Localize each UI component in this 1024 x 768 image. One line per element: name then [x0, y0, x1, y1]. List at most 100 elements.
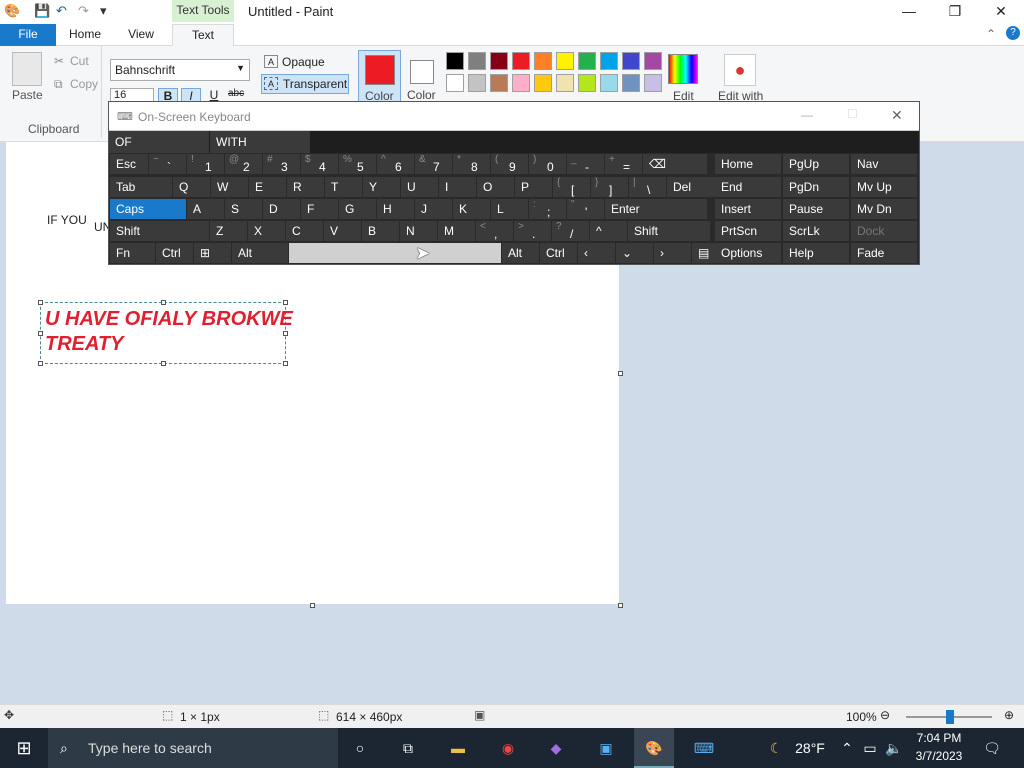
- paste-icon[interactable]: [12, 52, 42, 86]
- palette-swatch[interactable]: [468, 52, 486, 70]
- key-symbol[interactable]: ⊞: [194, 243, 231, 263]
- key-v[interactable]: V: [324, 221, 361, 241]
- key-symbol[interactable]: ⌄: [616, 243, 653, 263]
- key-home[interactable]: Home: [715, 154, 781, 174]
- key-space[interactable]: [289, 243, 501, 263]
- font-family-select[interactable]: Bahnschrift ▼: [110, 59, 250, 81]
- key-u[interactable]: U: [401, 177, 438, 197]
- key-symbol[interactable]: :;: [529, 199, 566, 219]
- osk-title-bar[interactable]: ⌨ On-Screen Keyboard — ☐ ✕: [109, 102, 919, 131]
- palette-swatch[interactable]: [578, 74, 596, 92]
- text-box[interactable]: U HAVE OFIALY BROKWE TREATY: [38, 300, 293, 366]
- palette-swatch[interactable]: [490, 52, 508, 70]
- key-x[interactable]: X: [248, 221, 285, 241]
- save-icon[interactable]: 💾: [34, 3, 50, 19]
- key-ctrl[interactable]: Ctrl: [540, 243, 577, 263]
- key-prtscn[interactable]: PrtScn: [715, 221, 781, 241]
- key-symbol[interactable]: + =: [605, 154, 642, 174]
- edit-colors-icon[interactable]: [668, 54, 698, 84]
- key-pgdn[interactable]: PgDn: [783, 177, 849, 197]
- zoom-out-button[interactable]: ⊖: [880, 708, 890, 722]
- key-3[interactable]: #3: [263, 154, 300, 174]
- key-h[interactable]: H: [377, 199, 414, 219]
- key-dock[interactable]: Dock: [851, 221, 917, 241]
- minimize-button[interactable]: —: [886, 0, 932, 24]
- resize-handle[interactable]: [310, 603, 315, 608]
- textbox-handle[interactable]: [38, 331, 43, 336]
- key-symbol[interactable]: " ': [567, 199, 604, 219]
- key-o[interactable]: O: [477, 177, 514, 197]
- key-2[interactable]: @2: [225, 154, 262, 174]
- customize-toolbar-icon[interactable]: ▾: [100, 3, 107, 19]
- textbox-handle[interactable]: [38, 300, 43, 305]
- textbox-handle[interactable]: [283, 300, 288, 305]
- osk-taskbar-icon[interactable]: ⌨: [684, 728, 724, 768]
- key-0[interactable]: ) 0: [529, 154, 566, 174]
- key-d[interactable]: D: [263, 199, 300, 219]
- transparent-button[interactable]: A Transparent: [261, 74, 349, 94]
- textbox-handle[interactable]: [283, 361, 288, 366]
- key-mv-dn[interactable]: Mv Dn: [851, 199, 917, 219]
- key-fn[interactable]: Fn: [110, 243, 155, 263]
- key-mv-up[interactable]: Mv Up: [851, 177, 917, 197]
- task-view-icon[interactable]: ⧉: [392, 728, 424, 768]
- palette-swatch[interactable]: [578, 52, 596, 70]
- font-size-select[interactable]: 16: [110, 88, 154, 102]
- key-i[interactable]: I: [439, 177, 476, 197]
- key-symbol[interactable]: ›: [654, 243, 691, 263]
- paint-taskbar-icon[interactable]: 🎨: [634, 728, 674, 768]
- key-j[interactable]: J: [415, 199, 452, 219]
- key-symbol[interactable]: >.: [514, 221, 551, 241]
- key-shift[interactable]: Shift: [628, 221, 710, 241]
- key-1[interactable]: ! 1: [187, 154, 224, 174]
- restore-button[interactable]: ❐: [932, 0, 978, 24]
- key-e[interactable]: E: [249, 177, 286, 197]
- osk-close-button[interactable]: ✕: [891, 107, 903, 124]
- windows-start-icon[interactable]: ⊞: [0, 728, 48, 768]
- search-box[interactable]: ⌕ Type here to search: [48, 728, 338, 768]
- key-5[interactable]: % 5: [339, 154, 376, 174]
- key-symbol[interactable]: | \: [629, 177, 666, 197]
- chrome-icon[interactable]: ◉: [490, 728, 526, 768]
- tray-chevron-icon[interactable]: ⌃: [838, 728, 856, 768]
- suggestion-of[interactable]: OF: [109, 131, 209, 153]
- key-pgup[interactable]: PgUp: [783, 154, 849, 174]
- palette-swatch[interactable]: [490, 74, 508, 92]
- key-caps[interactable]: Caps: [110, 199, 186, 219]
- visual-studio-icon[interactable]: ◆: [538, 728, 574, 768]
- palette-swatch[interactable]: [600, 74, 618, 92]
- key-l[interactable]: L: [491, 199, 528, 219]
- suggestion-with[interactable]: WITH: [210, 131, 310, 153]
- key-symbol[interactable]: ? /: [552, 221, 589, 241]
- key-symbol[interactable]: ^: [590, 221, 627, 241]
- textbox-handle[interactable]: [283, 331, 288, 336]
- text-box-content[interactable]: U HAVE OFIALY BROKWE TREATY: [45, 307, 293, 357]
- key-scrlk[interactable]: ScrLk: [783, 221, 849, 241]
- key-pause[interactable]: Pause: [783, 199, 849, 219]
- key-a[interactable]: A: [187, 199, 224, 219]
- key-8[interactable]: * 8: [453, 154, 490, 174]
- key-ctrl[interactable]: Ctrl: [156, 243, 193, 263]
- clock-date[interactable]: 3/7/2023: [912, 749, 966, 763]
- redo-icon[interactable]: ↷: [78, 3, 89, 19]
- textbox-handle[interactable]: [161, 300, 166, 305]
- resize-handle[interactable]: [618, 371, 623, 376]
- key-esc[interactable]: Esc: [110, 154, 148, 174]
- weather-temp[interactable]: 28°F: [792, 728, 828, 768]
- network-icon[interactable]: ▭: [860, 728, 880, 768]
- copy-button[interactable]: Copy: [70, 77, 98, 91]
- palette-swatch[interactable]: [556, 52, 574, 70]
- palette-swatch[interactable]: [446, 74, 464, 92]
- palette-swatch[interactable]: [534, 74, 552, 92]
- key-enter[interactable]: Enter: [605, 199, 707, 219]
- tab-text[interactable]: Text: [172, 24, 234, 47]
- file-explorer-icon[interactable]: ▬: [440, 728, 476, 768]
- textbox-handle[interactable]: [38, 361, 43, 366]
- tab-view[interactable]: View: [118, 24, 164, 46]
- palette-swatch[interactable]: [512, 74, 530, 92]
- underline-button[interactable]: U: [204, 88, 224, 102]
- key-t[interactable]: T: [325, 177, 362, 197]
- key-options[interactable]: Options: [715, 243, 781, 263]
- key-fade[interactable]: Fade: [851, 243, 917, 263]
- key-end[interactable]: End: [715, 177, 781, 197]
